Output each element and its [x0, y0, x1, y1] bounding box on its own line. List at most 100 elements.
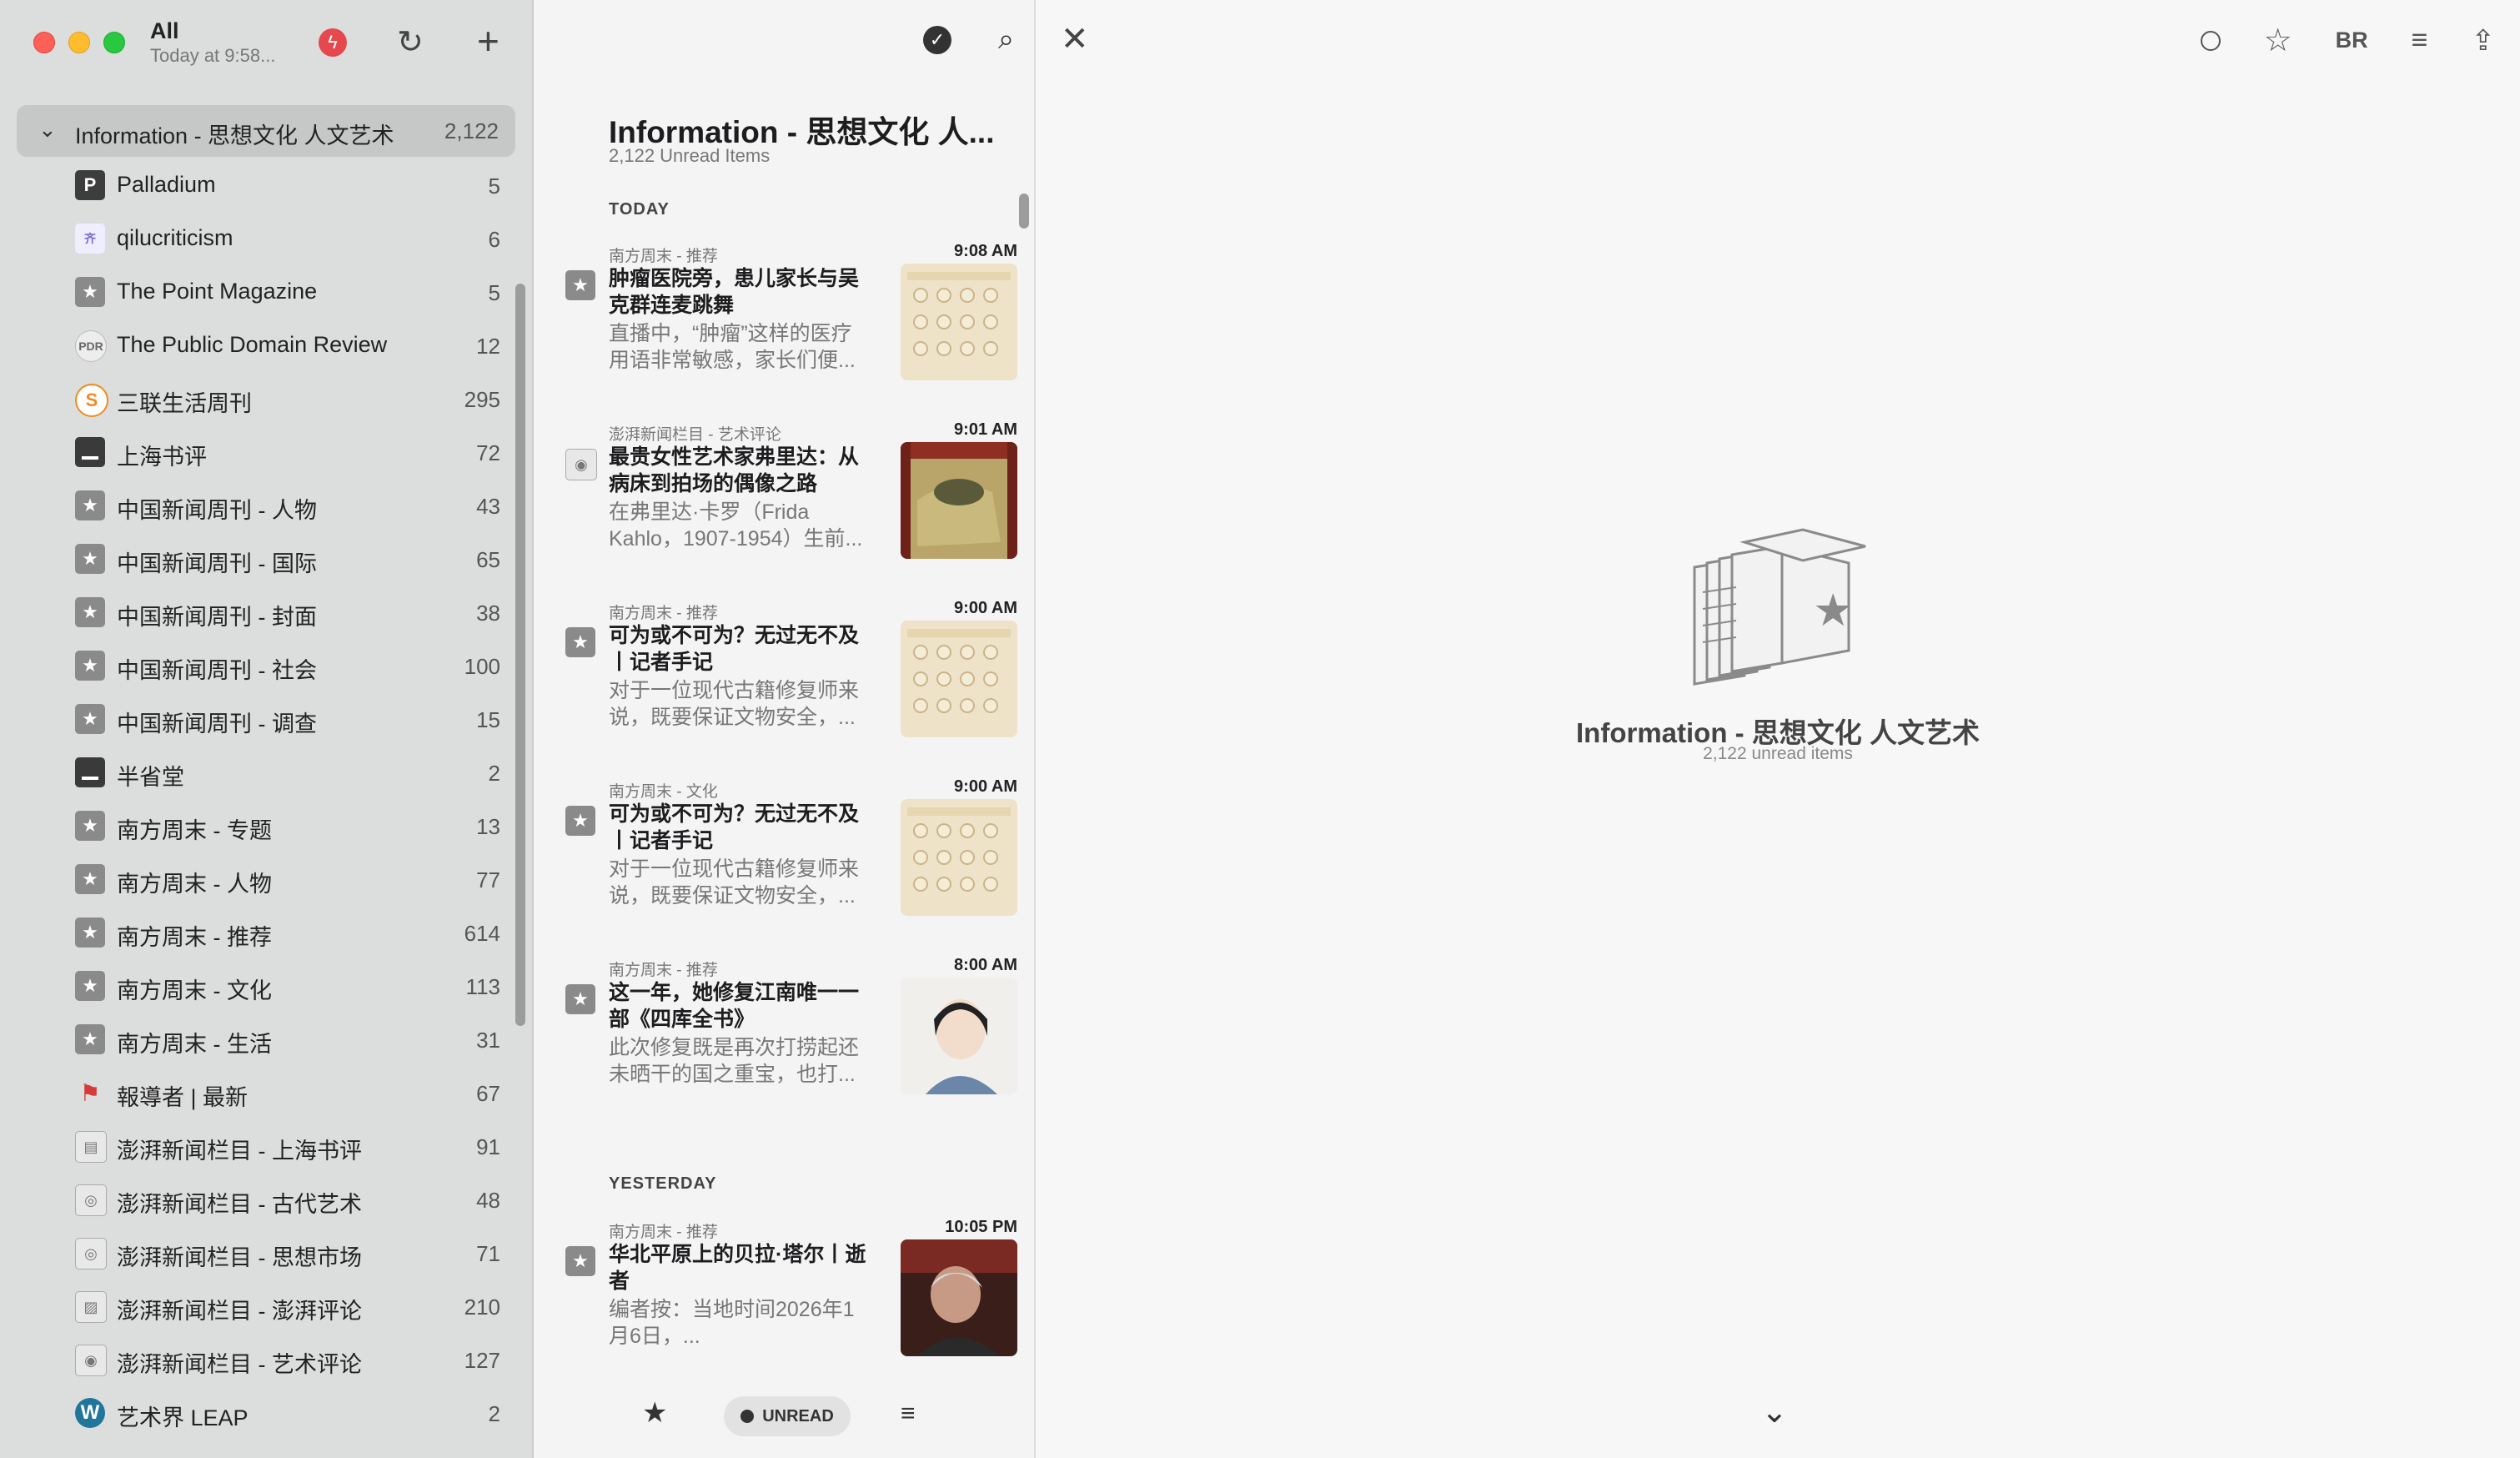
article-source: 南方周末 - 推荐: [609, 248, 718, 265]
list-scrollbar[interactable]: [1019, 194, 1029, 229]
refresh-icon[interactable]: ↻: [397, 23, 424, 61]
feed-icon: ★: [75, 277, 105, 307]
empty-state-box-icon: ★: [1693, 528, 1866, 686]
article-thumbnail: [901, 1239, 1017, 1356]
sidebar-feed-item[interactable]: 齐 qilucriticism 6: [0, 212, 517, 265]
sidebar-feed-item[interactable]: ▨ 澎湃新闻栏目 - 澎湃评论 210: [0, 1280, 517, 1333]
feed-icon: ▤: [75, 1131, 107, 1163]
sidebar-feed-item[interactable]: ◉ 澎湃新闻栏目 - 艺术评论 127: [0, 1333, 517, 1386]
article-time: 9:08 AM: [954, 242, 1017, 260]
feed-icon: ◉: [75, 1345, 107, 1376]
sidebar-feed-item[interactable]: P Palladium 5: [0, 158, 517, 212]
star-icon[interactable]: ☆: [2264, 22, 2292, 59]
feed-unread-count: 65: [476, 547, 500, 572]
feed-name: 中国新闻周刊 - 人物: [117, 498, 317, 523]
list-unread-count: 2,122 Unread Items: [609, 145, 771, 166]
chevron-down-icon[interactable]: ⌄: [1761, 1393, 1788, 1430]
article-snippet: 此次修复既是再次打捞起还未晒干的国之重宝，也打...: [609, 1036, 860, 1086]
feed-name: 報導者 | 最新: [117, 1085, 248, 1110]
article-list-item[interactable]: ★ 南方周末 - 文化 9:00 AM 可为或不可为？无过无不及丨记者手记 对于一位现代…: [564, 777, 1019, 938]
mark-all-read-icon[interactable]: ✓: [922, 25, 951, 54]
chevron-down-icon[interactable]: ⌄: [38, 117, 57, 143]
feed-icon: ★: [75, 1024, 105, 1054]
feed-icon: ◎: [75, 1238, 107, 1269]
feed-name: 澎湃新闻栏目 - 上海书评: [117, 1139, 362, 1164]
feed-icon: W: [75, 1398, 105, 1428]
article-list-item[interactable]: ★ 南方周末 - 推荐 10:05 PM 华北平原上的贝拉·塔尔丨逝者 编者按：当地时间…: [564, 1218, 1019, 1378]
add-feed-button[interactable]: +: [477, 18, 499, 63]
feed-name: 南方周末 - 生活: [117, 1032, 272, 1057]
summary-icon[interactable]: ≡: [2412, 24, 2428, 57]
sidebar-feed-item[interactable]: ◎ 澎湃新闻栏目 - 思想市场 71: [0, 1226, 517, 1280]
article-title: 最贵女性艺术家弗里达：从病床到拍场的偶像之路: [609, 445, 860, 495]
reader-pane: ✕ ☆ BR ≡ ⇪ ★ Information - 思想文化 人文艺术 2,1…: [1036, 0, 2520, 1458]
sidebar-feed-item[interactable]: ★ 南方周末 - 人物 77: [0, 852, 517, 906]
feed-name: 中国新闻周刊 - 封面: [117, 605, 317, 630]
sidebar-feed-item[interactable]: 上海书评 72: [0, 425, 517, 479]
list-options-icon[interactable]: ≡: [901, 1400, 916, 1428]
sidebar-feed-item[interactable]: ★ 南方周末 - 文化 113: [0, 959, 517, 1013]
sidebar-feed-item[interactable]: 半省堂 2: [0, 746, 517, 799]
reader-mode-button[interactable]: BR: [2336, 28, 2368, 53]
feed-name: 中国新闻周刊 - 社会: [117, 658, 317, 683]
feed-name: 南方周末 - 推荐: [117, 925, 272, 950]
article-list-item[interactable]: ★ 南方周末 - 推荐 9:00 AM 可为或不可为？无过无不及丨记者手记 对于一位现代…: [564, 599, 1019, 759]
mark-unread-icon[interactable]: [2200, 30, 2221, 51]
sidebar-feed-item[interactable]: S 三联生活周刊 295: [0, 372, 517, 425]
sidebar-feed-item[interactable]: ★ 南方周末 - 生活 31: [0, 1013, 517, 1066]
section-header-today: TODAY: [609, 200, 670, 219]
sidebar-feed-item[interactable]: ★ 中国新闻周刊 - 调查 15: [0, 692, 517, 746]
article-title: 华北平原上的贝拉·塔尔丨逝者: [609, 1243, 866, 1293]
zoom-window-button[interactable]: [103, 32, 125, 53]
feed-icon: ★: [565, 627, 595, 657]
sidebar-feed-item[interactable]: PDR The Public Domain Review 12: [0, 319, 517, 372]
feed-icon: ★: [75, 864, 105, 894]
feed-icon: ★: [75, 490, 105, 520]
sidebar-feed-item[interactable]: ★ 南方周末 - 专题 13: [0, 799, 517, 852]
unread-filter-button[interactable]: UNREAD: [724, 1396, 851, 1436]
sidebar-feed-item[interactable]: ★ 中国新闻周刊 - 封面 38: [0, 586, 517, 639]
sidebar-feed-item[interactable]: ★ 南方周末 - 推荐 614: [0, 906, 517, 959]
feed-name: 南方周末 - 人物: [117, 872, 272, 897]
sidebar-feed-item[interactable]: ⚑ 報導者 | 最新 67: [0, 1066, 517, 1119]
article-source: 南方周末 - 推荐: [609, 962, 718, 979]
feed-name: 澎湃新闻栏目 - 艺术评论: [117, 1352, 362, 1377]
sidebar-feed-item[interactable]: ★ 中国新闻周刊 - 社会 100: [0, 639, 517, 692]
article-list-item[interactable]: ★ 南方周末 - 推荐 9:08 AM 肿瘤医院旁，患儿家长与吴克群连麦跳舞 直播中，“…: [564, 242, 1019, 402]
feed-unread-count: 100: [464, 654, 500, 679]
feed-unread-count: 72: [476, 440, 500, 465]
minimize-window-button[interactable]: [68, 32, 90, 53]
share-icon[interactable]: ⇪: [2472, 24, 2496, 58]
close-icon[interactable]: ✕: [1061, 20, 1089, 58]
sidebar-feed-item[interactable]: ★ 中国新闻周刊 - 人物 43: [0, 479, 517, 532]
article-list-item[interactable]: ★ 南方周末 - 推荐 8:00 AM 这一年，她修复江南唯一一部《四库全书》 此次修复…: [564, 956, 1019, 1116]
article-time: 9:00 AM: [954, 777, 1017, 796]
sidebar-folder-information[interactable]: ⌄ Information - 思想文化 人文艺术 2,122: [17, 105, 515, 157]
article-time: 8:00 AM: [954, 956, 1017, 974]
feed-icon: ★: [565, 984, 595, 1014]
sidebar-feed-item[interactable]: ◎ 澎湃新闻栏目 - 古代艺术 48: [0, 1173, 517, 1226]
feed-icon: ★: [565, 1246, 595, 1276]
feed-unread-count: 2: [488, 761, 500, 786]
starred-filter-icon[interactable]: ★: [642, 1396, 667, 1430]
sidebar: All Today at 9:58... ϟ ↻ + ⌄ Information…: [0, 0, 534, 1458]
sidebar-feed-item[interactable]: W 艺术界 LEAP 2: [0, 1386, 517, 1440]
sidebar-feed-item[interactable]: ★ The Point Magazine 5: [0, 265, 517, 319]
article-list-item[interactable]: ◉ 澎湃新闻栏目 - 艺术评论 9:01 AM 最贵女性艺术家弗里达：从病床到拍场的偶…: [564, 420, 1019, 581]
article-title: 可为或不可为？无过无不及丨记者手记: [609, 624, 860, 674]
article-time: 10:05 PM: [945, 1218, 1017, 1236]
feed-icon: [75, 757, 105, 787]
bolt-icon[interactable]: ϟ: [319, 28, 347, 57]
sidebar-feed-item[interactable]: ▤ 澎湃新闻栏目 - 上海书评 91: [0, 1119, 517, 1173]
sidebar-feed-item[interactable]: ★ 中国新闻周刊 - 国际 65: [0, 532, 517, 586]
article-thumbnail: [901, 264, 1017, 380]
search-icon[interactable]: ⌕: [998, 23, 1014, 56]
close-window-button[interactable]: [33, 32, 55, 53]
article-source: 澎湃新闻栏目 - 艺术评论: [609, 426, 781, 444]
sidebar-scrollbar[interactable]: [515, 284, 525, 1026]
feed-icon: ★: [75, 811, 105, 841]
article-source: 南方周末 - 推荐: [609, 1224, 718, 1241]
feed-name: 南方周末 - 文化: [117, 978, 272, 1003]
feed-unread-count: 6: [488, 227, 500, 252]
feed-icon: ★: [75, 918, 105, 948]
